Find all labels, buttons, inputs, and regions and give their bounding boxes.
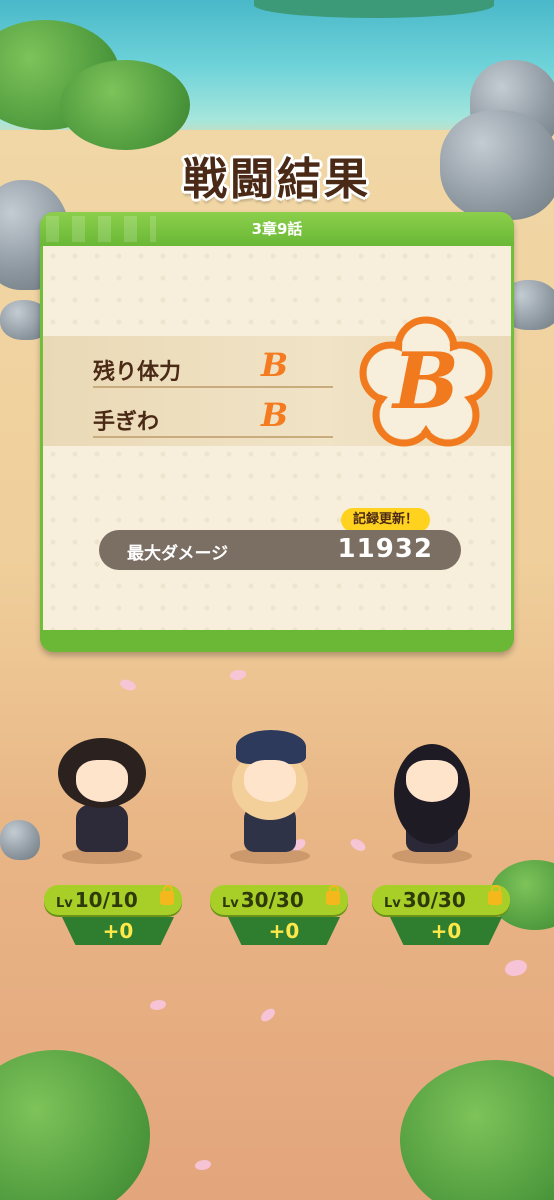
pine-tree: [60, 60, 190, 150]
character-face: [406, 760, 458, 802]
character-face: [76, 760, 128, 802]
level-plate-1: Lv 10/10 +0: [44, 885, 182, 949]
panel-body: 残り体力 B 手ぎわ B B 記録更新！ 最大ダメージ 11932: [43, 246, 511, 630]
result-label: 残り体力: [93, 360, 182, 385]
character-hat: [236, 730, 306, 764]
result-grade: B: [261, 396, 289, 434]
level-prefix: Lv: [222, 896, 239, 911]
max-damage-value: 11932: [337, 534, 433, 564]
level-value: 10/10: [74, 888, 138, 912]
max-damage-bar: 最大ダメージ 11932: [99, 530, 461, 570]
exp-gain: +0: [430, 919, 462, 943]
divider: [93, 436, 333, 438]
result-row-hp: 残り体力 B: [93, 346, 333, 388]
character-3[interactable]: [372, 730, 492, 870]
lock-icon: [488, 885, 502, 905]
level-prefix: Lv: [384, 896, 401, 911]
exp-gain: +0: [268, 919, 300, 943]
lock-icon: [160, 885, 174, 905]
page-title: 戦闘結果: [183, 154, 371, 205]
overall-grade-stamp: B: [351, 310, 501, 460]
level-value: 30/30: [240, 888, 304, 912]
character-face: [244, 760, 296, 802]
panel-footer: [40, 630, 514, 652]
character-2[interactable]: [210, 730, 330, 870]
level-plate-2: Lv 30/30 +0: [210, 885, 348, 949]
level-text: Lv 30/30: [222, 888, 304, 912]
level-value: 30/30: [402, 888, 466, 912]
result-grade: B: [261, 346, 289, 384]
lock-icon: [326, 885, 340, 905]
character-1[interactable]: [42, 730, 162, 870]
chapter-label: 3章9話: [251, 220, 303, 238]
exp-gain: +0: [102, 919, 134, 943]
level-plate-3: Lv 30/30 +0: [372, 885, 510, 949]
level-prefix: Lv: [56, 896, 73, 911]
max-damage-label: 最大ダメージ: [127, 544, 229, 564]
level-text: Lv 10/10: [56, 888, 138, 912]
divider: [93, 386, 333, 388]
result-label: 手ぎわ: [93, 410, 160, 435]
level-box: Lv 30/30: [372, 885, 510, 915]
rock: [0, 820, 40, 860]
result-row-skill: 手ぎわ B: [93, 396, 333, 438]
result-panel: 3章9話 残り体力 B 手ぎわ B B 記録更新！ 最大ダメージ 11932: [40, 212, 514, 652]
level-box: Lv 30/30: [210, 885, 348, 915]
level-box: Lv 10/10: [44, 885, 182, 915]
character-body: [76, 804, 128, 852]
record-badge: 記録更新！: [341, 508, 431, 532]
level-text: Lv 30/30: [384, 888, 466, 912]
panel-header: 3章9話: [40, 212, 514, 246]
overall-grade: B: [393, 336, 459, 427]
